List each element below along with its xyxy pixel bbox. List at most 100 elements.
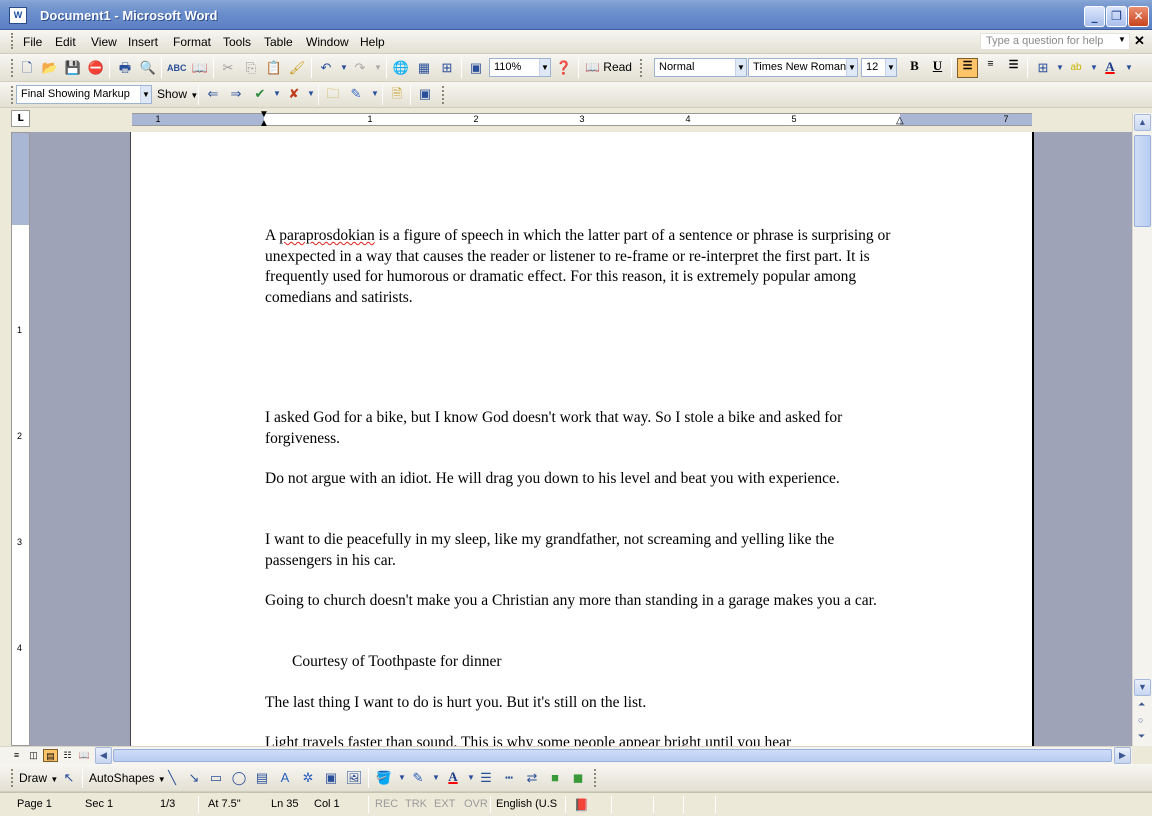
underline-button[interactable]: U (927, 58, 948, 78)
status-record-macro[interactable]: REC (375, 798, 398, 810)
web-layout-icon[interactable]: ◫ (26, 749, 41, 762)
insert-picture-icon[interactable]: 🖼 (345, 769, 363, 787)
redo-dropdown-icon[interactable]: ▼ (369, 59, 387, 77)
horizontal-scrollbar[interactable]: ≡ ◫ ▤ ☷ 📖 ◀ ▶ (0, 746, 1132, 764)
justify-button[interactable]: ☰ (1003, 58, 1024, 78)
line-color-icon[interactable]: ✎ (409, 769, 427, 787)
paragraph-quote[interactable]: I asked God for a bike, but I know God d… (265, 408, 905, 449)
select-objects-icon[interactable]: ↖ (60, 769, 78, 787)
copy-icon[interactable]: ⎘ (242, 59, 260, 77)
spelling-status-icon[interactable]: 📕 (574, 798, 589, 812)
close-button[interactable]: ✕ (1128, 6, 1149, 27)
hyperlink-icon[interactable]: 🌐 (392, 59, 410, 77)
vertical-scrollbar[interactable]: ▲ ▼ ⏶ ○ ⏷ (1132, 113, 1152, 746)
permission-icon[interactable]: ⛔ (87, 59, 105, 77)
scroll-left-icon[interactable]: ◀ (95, 747, 112, 764)
accept-change-icon[interactable]: ✔ (251, 85, 269, 103)
scroll-down-icon[interactable]: ▼ (1134, 679, 1151, 696)
new-document-icon[interactable]: 🗋 (18, 59, 36, 77)
wordart-icon[interactable]: A (276, 769, 294, 787)
print-icon[interactable]: 🖶 (116, 59, 134, 77)
reading-layout-icon[interactable]: 📖 (77, 749, 92, 762)
window-icon[interactable]: ▣ (416, 85, 434, 103)
status-track-changes[interactable]: TRK (405, 798, 427, 810)
insert-comment-icon[interactable]: 🗀 (324, 85, 342, 103)
vertical-ruler[interactable]: 1 2 3 4 (11, 132, 30, 746)
redo-icon[interactable]: ↷ (351, 59, 369, 77)
next-change-icon[interactable]: ⇒ (227, 85, 245, 103)
autoshapes-menu-button[interactable]: AutoShapes ▼ (89, 771, 166, 785)
scroll-right-icon[interactable]: ▶ (1114, 747, 1131, 764)
maximize-button[interactable]: ❐ (1106, 6, 1127, 27)
horizontal-scroll-thumb[interactable] (113, 749, 1112, 762)
previous-change-icon[interactable]: ⇐ (204, 85, 222, 103)
menu-table[interactable]: Table (261, 34, 296, 50)
drawing-options-icon[interactable] (594, 769, 598, 787)
accept-dropdown-icon[interactable]: ▼ (268, 85, 286, 103)
select-browse-object-icon[interactable]: ○ (1138, 715, 1143, 725)
zoom-select[interactable]: 110% ▼ (489, 58, 551, 77)
font-size-select[interactable]: 12 ▼ (861, 58, 897, 77)
help-dropdown-icon[interactable]: ▼ (1118, 35, 1126, 44)
clip-art-icon[interactable]: ▣ (322, 769, 340, 787)
paragraph-quote[interactable]: I want to die peacefully in my sleep, li… (265, 530, 905, 571)
rectangle-icon[interactable]: ▭ (207, 769, 225, 787)
bold-button[interactable]: B (904, 58, 925, 78)
draw-menu-button[interactable]: Draw ▼ (19, 771, 58, 785)
style-select[interactable]: Normal ▼ (654, 58, 747, 77)
insert-table-icon[interactable]: ⊞ (438, 59, 456, 77)
menu-grip[interactable] (11, 33, 15, 49)
arrow-style-icon[interactable]: ⇄ (523, 769, 541, 787)
document-page[interactable]: A paraprosdokian is a figure of speech i… (130, 132, 1034, 746)
horizontal-ruler[interactable]: 1 1 2 3 4 5 7 ▼ ▲ △ (132, 110, 1032, 129)
borders-icon[interactable]: ⊞ (1034, 59, 1052, 77)
menu-window[interactable]: Window (303, 34, 352, 50)
line-icon[interactable]: ╲ (163, 769, 181, 787)
diagram-icon[interactable]: ✲ (299, 769, 317, 787)
paragraph-quote[interactable]: Do not argue with an idiot. He will drag… (265, 469, 905, 490)
previous-page-icon[interactable]: ⏶ (1138, 699, 1145, 710)
paragraph-quote[interactable]: The last thing I want to do is hurt you.… (265, 693, 905, 714)
title-bar[interactable]: W Document1 - Microsoft Word _ ❐ ✕ (0, 0, 1152, 30)
font-dropdown-icon[interactable]: ▼ (846, 59, 857, 76)
toolbar-options-icon[interactable] (442, 86, 446, 104)
arrow-icon[interactable]: ↘ (185, 769, 203, 787)
left-indent-marker[interactable]: ▲ (259, 119, 269, 129)
document-map-icon[interactable]: ▣ (467, 59, 485, 77)
3d-style-icon[interactable]: ◼ (569, 769, 587, 787)
menu-edit[interactable]: Edit (52, 34, 79, 50)
dash-style-icon[interactable]: ┅ (500, 769, 518, 787)
display-dropdown-icon[interactable]: ▼ (140, 86, 151, 103)
line-style-icon[interactable]: ☰ (477, 769, 495, 787)
cut-icon[interactable]: ✂ (219, 59, 237, 77)
font-size-dropdown-icon[interactable]: ▼ (885, 59, 896, 76)
highlight-icon[interactable]: ab (1067, 59, 1085, 77)
toolbar-grip[interactable] (11, 59, 15, 77)
document-area[interactable]: A paraprosdokian is a figure of speech i… (30, 132, 1132, 746)
scroll-up-icon[interactable]: ▲ (1134, 114, 1151, 131)
formatting-toolbar-grip[interactable] (640, 59, 644, 77)
zoom-dropdown-icon[interactable]: ▼ (539, 59, 550, 76)
menu-file[interactable]: File (20, 34, 45, 50)
draw-font-color-icon[interactable]: A (444, 769, 462, 787)
display-for-review-select[interactable]: Final Showing Markup ▼ (16, 85, 152, 104)
font-color-icon[interactable]: A (1101, 59, 1119, 77)
reviewing-grip[interactable] (11, 86, 15, 104)
status-extend[interactable]: EXT (434, 798, 455, 810)
style-dropdown-icon[interactable]: ▼ (735, 59, 746, 76)
menu-insert[interactable]: Insert (125, 34, 161, 50)
paragraph-intro[interactable]: A paraprosdokian is a figure of speech i… (265, 226, 905, 308)
tables-borders-icon[interactable]: ▦ (415, 59, 433, 77)
research-icon[interactable]: 📖 (191, 59, 209, 77)
line-color-dropdown-icon[interactable]: ▼ (427, 769, 445, 787)
reject-change-icon[interactable]: ✘ (285, 85, 303, 103)
oval-icon[interactable]: ◯ (230, 769, 248, 787)
status-language[interactable]: English (U.S (496, 798, 557, 810)
menu-format[interactable]: Format (170, 34, 214, 50)
spelling-icon[interactable]: ABC (167, 59, 187, 77)
scroll-thumb[interactable] (1134, 135, 1151, 227)
paste-icon[interactable]: 📋 (265, 59, 283, 77)
print-layout-icon[interactable]: ▤ (43, 749, 58, 762)
text-box-icon[interactable]: ▤ (253, 769, 271, 787)
show-button[interactable]: Show ▼ (157, 87, 198, 101)
